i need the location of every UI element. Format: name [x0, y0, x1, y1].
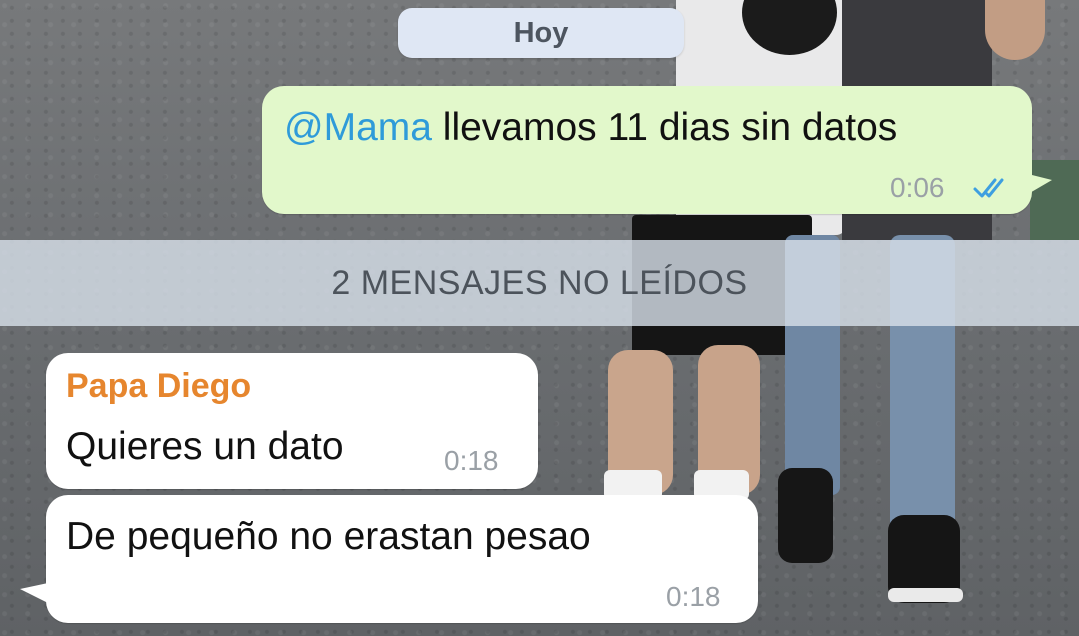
message-text: @Mama llevamos 11 dias sin datos: [284, 106, 897, 150]
sender-name[interactable]: Papa Diego: [66, 367, 251, 406]
message-text: De pequeño no erastan pesao: [66, 515, 591, 558]
incoming-message-bubble[interactable]: De pequeño no erastan pesao 0:18: [20, 495, 758, 623]
message-time: 0:18: [666, 581, 721, 612]
wallpaper-shape: [1030, 160, 1079, 240]
wallpaper-shape: [888, 588, 963, 602]
bubble-tail: [20, 583, 48, 603]
outgoing-message-bubble[interactable]: @Mama llevamos 11 dias sin datos 0:06: [262, 86, 1052, 214]
date-separator: Hoy: [398, 8, 684, 58]
incoming-message-bubble[interactable]: Papa Diego Quieres un dato 0:18: [46, 353, 538, 489]
wallpaper-shape: [778, 468, 833, 563]
message-text: Quieres un dato: [66, 425, 344, 468]
mention-link[interactable]: @Mama: [284, 106, 432, 149]
double-check-read-icon: [973, 178, 1004, 198]
message-time: 0:06: [890, 172, 945, 203]
wallpaper-shape: [985, 0, 1045, 60]
message-time: 0:18: [444, 445, 499, 476]
unread-count-label: 2 MENSAJES NO LEÍDOS: [331, 263, 748, 302]
unread-messages-banner: 2 MENSAJES NO LEÍDOS: [0, 240, 1079, 326]
message-body: llevamos 11 dias sin datos: [431, 106, 898, 149]
bubble-tail: [1028, 174, 1052, 194]
